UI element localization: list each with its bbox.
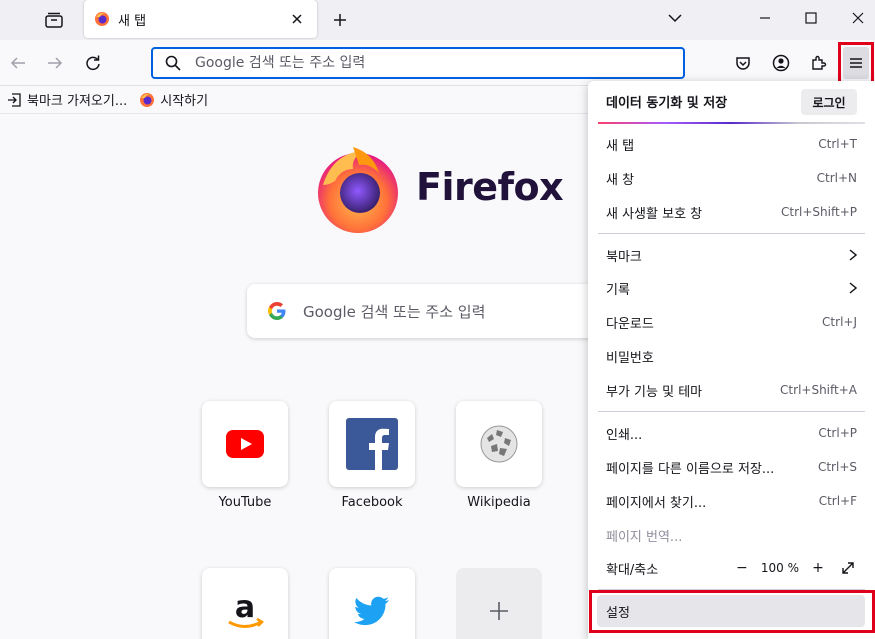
- chevron-down-icon: [668, 14, 682, 23]
- login-button[interactable]: 로그인: [801, 89, 857, 115]
- plus-icon: [490, 602, 508, 620]
- maximize-button[interactable]: [795, 4, 827, 32]
- firefox-favicon-icon: [95, 12, 109, 26]
- shortcut-label: Wikipedia: [467, 495, 531, 510]
- new-tab-button[interactable]: [326, 6, 354, 34]
- tab-close-button[interactable]: [287, 9, 307, 29]
- pocket-button[interactable]: [728, 48, 758, 78]
- close-window-button[interactable]: [842, 4, 874, 32]
- zoom-controls: − 100 % +: [733, 559, 857, 577]
- tab-list-button[interactable]: [36, 6, 72, 34]
- tab-title: 새 탭: [118, 13, 147, 29]
- minimize-icon: [760, 17, 770, 19]
- firefox-logo-icon: [318, 147, 398, 233]
- app-menu-button[interactable]: [838, 42, 874, 84]
- zoom-in-button[interactable]: +: [809, 559, 827, 577]
- shortcut-youtube[interactable]: [202, 401, 288, 487]
- account-button[interactable]: [766, 48, 796, 78]
- account-icon: [772, 54, 790, 72]
- puzzle-icon: [812, 55, 827, 70]
- menu-item-print[interactable]: 인쇄... Ctrl+P: [588, 416, 875, 450]
- zoom-out-button[interactable]: −: [733, 559, 751, 577]
- fullscreen-icon: [842, 562, 854, 574]
- twitter-icon: [354, 596, 389, 626]
- amazon-icon: a: [228, 590, 265, 628]
- menu-item-find-in-page[interactable]: 페이지에서 찾기... Ctrl+F: [588, 484, 875, 518]
- menu-item-downloads[interactable]: 다운로드 Ctrl+J: [588, 305, 875, 339]
- bookmark-import[interactable]: 북마크 가져오기...: [6, 90, 127, 109]
- shortcut-twitter[interactable]: [329, 568, 415, 639]
- pocket-icon: [736, 57, 750, 70]
- extensions-button[interactable]: [804, 48, 834, 78]
- shortcut-amazon[interactable]: a: [202, 568, 288, 639]
- minimize-button[interactable]: [749, 4, 781, 32]
- zoom-level[interactable]: 100 %: [761, 561, 799, 575]
- menu-separator: [598, 411, 865, 412]
- content-search-box[interactable]: Google 검색 또는 주소 입력: [247, 284, 607, 338]
- settings-highlight-box: [589, 590, 875, 633]
- content-search-placeholder: Google 검색 또는 주소 입력: [303, 302, 486, 321]
- chevron-right-icon: [849, 249, 857, 261]
- search-icon: [165, 55, 181, 71]
- bookmark-getting-started[interactable]: 시작하기: [139, 90, 208, 109]
- menu-item-new-window[interactable]: 새 창 Ctrl+N: [588, 161, 875, 195]
- arrow-left-icon: [10, 57, 25, 69]
- chevron-right-icon: [849, 282, 857, 294]
- close-icon: [852, 12, 864, 24]
- menu-accent-line: [598, 122, 865, 124]
- menu-item-save-page-as[interactable]: 페이지를 다른 이름으로 저장... Ctrl+S: [588, 450, 875, 484]
- tab-list-icon: [45, 12, 63, 28]
- tab-new-tab[interactable]: 새 탭: [84, 0, 317, 38]
- back-button[interactable]: [3, 48, 33, 78]
- navigation-toolbar: [0, 40, 875, 86]
- url-bar[interactable]: [151, 47, 685, 79]
- firefox-favicon-icon: [139, 92, 155, 108]
- url-input[interactable]: [195, 55, 635, 71]
- import-icon: [6, 92, 22, 108]
- shortcut-facebook[interactable]: [329, 401, 415, 487]
- menu-separator: [598, 233, 865, 234]
- menu-item-addons-themes[interactable]: 부가 기능 및 테마 Ctrl+Shift+A: [588, 373, 875, 407]
- svg-text:a: a: [235, 590, 255, 625]
- fullscreen-button[interactable]: [839, 559, 857, 577]
- menu-item-new-private-window[interactable]: 새 사생활 보호 창 Ctrl+Shift+P: [588, 195, 875, 229]
- app-menu-panel: 데이터 동기화 및 저장 로그인 새 탭 Ctrl+T 새 창 Ctrl+N 새 사…: [588, 81, 875, 639]
- menu-item-zoom: 확대/축소 − 100 % +: [588, 551, 875, 585]
- youtube-icon: [226, 430, 264, 458]
- firefox-wordmark: Firefox: [416, 165, 564, 209]
- shortcut-label: Facebook: [341, 495, 403, 510]
- arrow-right-icon: [48, 57, 63, 69]
- shortcut-wikipedia[interactable]: [456, 401, 542, 487]
- google-icon: [268, 302, 286, 320]
- add-shortcut-button[interactable]: [456, 568, 542, 639]
- close-icon: [292, 14, 302, 24]
- maximize-icon: [805, 12, 817, 24]
- tab-strip: 새 탭: [0, 0, 875, 40]
- forward-button[interactable]: [40, 48, 70, 78]
- facebook-icon: [346, 418, 398, 470]
- bookmark-label: 북마크 가져오기...: [27, 94, 128, 109]
- menu-item-translate-page: 페이지 번역...: [606, 529, 683, 545]
- shortcut-label: YouTube: [218, 495, 272, 510]
- list-all-tabs-button[interactable]: [659, 4, 691, 32]
- menu-item-bookmarks[interactable]: 북마크: [588, 238, 875, 272]
- menu-item-passwords[interactable]: 비밀번호: [588, 339, 875, 373]
- app-menu-button-inner[interactable]: [843, 47, 869, 79]
- wikipedia-icon: [480, 425, 518, 463]
- reload-button[interactable]: [78, 48, 108, 78]
- menu-item-new-tab[interactable]: 새 탭 Ctrl+T: [588, 127, 875, 161]
- plus-icon: [334, 14, 346, 26]
- bookmark-label: 시작하기: [160, 94, 209, 109]
- reload-icon: [86, 55, 100, 71]
- hamburger-icon: [850, 58, 862, 68]
- menu-item-history[interactable]: 기록: [588, 271, 875, 305]
